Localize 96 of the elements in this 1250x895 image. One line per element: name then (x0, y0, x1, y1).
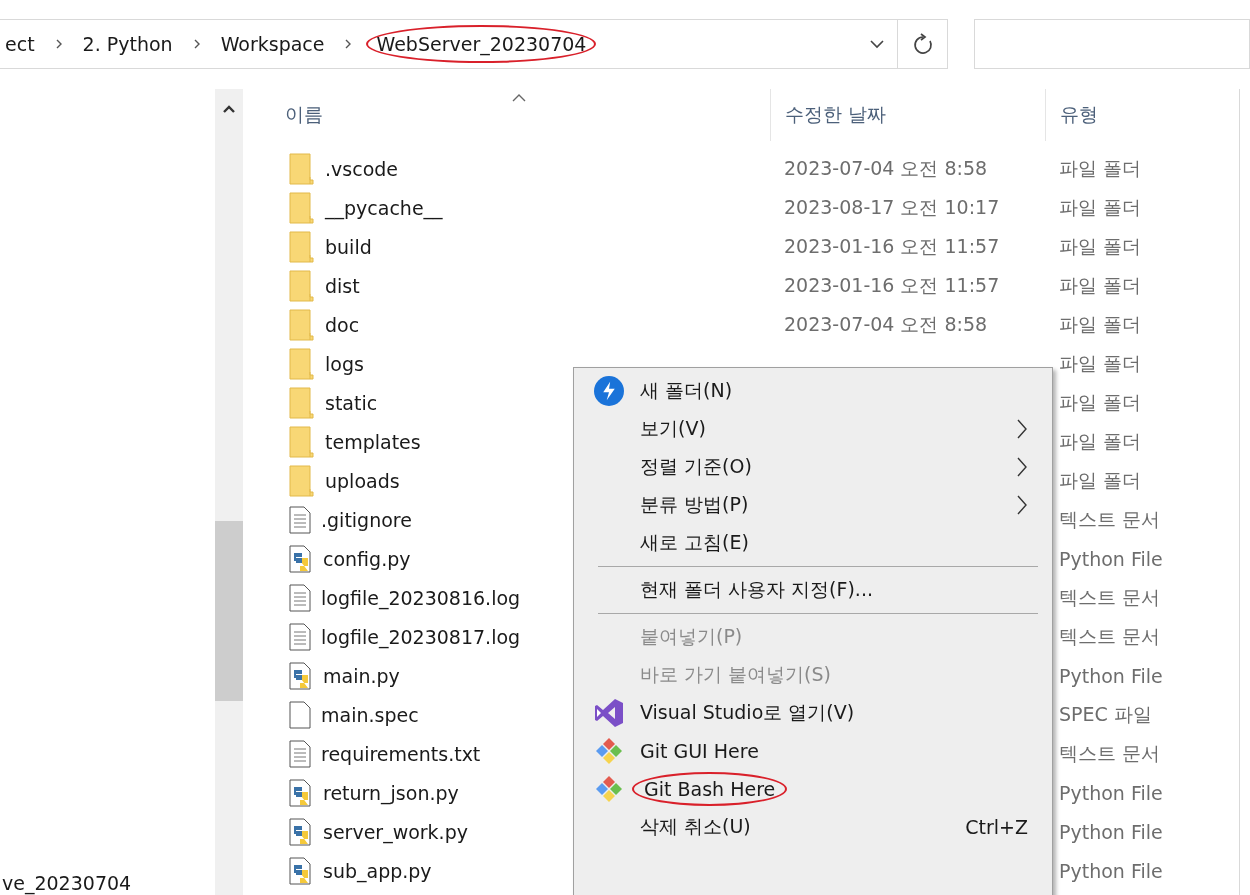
file-name[interactable]: doc (325, 313, 360, 336)
breadcrumb[interactable]: 2. Python (76, 29, 179, 59)
folder-icon (289, 152, 315, 185)
type-cell-text: 파일 폴더 (1058, 156, 1142, 179)
file-name[interactable]: .gitignore (321, 508, 412, 531)
git-icon (594, 736, 624, 766)
type-cell-text: 파일 폴더 (1058, 429, 1142, 452)
type-cell-text: Python File (1058, 859, 1163, 882)
folder-icon (289, 269, 315, 302)
chevron-icon (54, 38, 63, 50)
lightning-icon (594, 376, 624, 406)
python-file-icon (289, 778, 313, 807)
python-file-icon (289, 544, 313, 573)
text-file-icon (289, 622, 311, 651)
shortcut-text: Ctrl+Z (965, 816, 1028, 838)
column-header[interactable]: 유형 (1045, 89, 1239, 141)
git-icon (594, 774, 624, 804)
type-cell-text: 파일 폴더 (1058, 351, 1142, 374)
menu-item[interactable]: 분류 방법(P) (640, 492, 749, 518)
type-cell-text: 텍스트 문서 (1058, 624, 1161, 647)
type-cell-text: 파일 폴더 (1058, 312, 1142, 335)
date-cell-text: 2023-01-16 오전 11:57 (783, 234, 1000, 257)
type-cell-text: Python File (1058, 547, 1163, 570)
folder-icon (289, 191, 315, 224)
python-file-icon (289, 661, 313, 690)
type-cell-text: Python File (1058, 664, 1163, 687)
file-name[interactable]: config.py (323, 547, 411, 570)
menu-item[interactable]: 새 폴더(N) (640, 378, 733, 404)
chevron-icon (192, 38, 201, 50)
type-cell-text: 파일 폴더 (1058, 390, 1142, 413)
date-cell-text: 2023-07-04 오전 8:58 (783, 156, 988, 179)
folder-icon (289, 386, 315, 419)
file-name[interactable]: __pycache__ (325, 196, 443, 219)
file-name[interactable]: sub_app.py (323, 859, 432, 882)
scroll-thumb[interactable] (215, 521, 243, 701)
up-caret-icon (222, 104, 236, 114)
file-name[interactable]: static (325, 391, 378, 414)
blank-file-icon (289, 700, 311, 729)
folder-icon (289, 347, 315, 380)
file-name[interactable]: logfile_20230817.log (321, 625, 521, 648)
menu-item[interactable]: Visual Studio로 열기(V) (640, 700, 855, 726)
file-name[interactable]: uploads (325, 469, 400, 492)
column-header[interactable]: 이름 (243, 89, 770, 141)
date-cell-text: 2023-01-16 오전 11:57 (783, 273, 1000, 296)
python-file-icon (289, 817, 313, 846)
folder-icon (289, 308, 315, 341)
column-header[interactable]: 수정한 날짜 (770, 89, 1045, 141)
folder-icon (289, 230, 315, 263)
text-file-icon (289, 583, 311, 612)
chevron-icon (344, 38, 353, 50)
menu-item[interactable]: 보기(V) (640, 416, 706, 442)
sort-caret-icon (511, 93, 527, 102)
python-file-icon (289, 856, 313, 885)
file-name[interactable]: templates (325, 430, 421, 453)
menu-item[interactable]: 삭제 취소(U) (640, 814, 751, 840)
type-cell-text: 파일 폴더 (1058, 273, 1142, 296)
text-file-icon (289, 739, 311, 768)
type-cell-text: 텍스트 문서 (1058, 585, 1161, 608)
folder-icon (289, 425, 315, 458)
breadcrumb[interactable]: WebServer_20230704 (366, 25, 597, 63)
type-cell-text: 파일 폴더 (1058, 195, 1142, 218)
type-cell-text: 텍스트 문서 (1058, 507, 1161, 530)
scrollbar[interactable] (215, 89, 243, 895)
file-name[interactable]: main.py (323, 664, 400, 687)
type-cell-text: SPEC 파일 (1058, 702, 1152, 725)
breadcrumb[interactable]: ect (0, 29, 41, 59)
file-name[interactable]: .vscode (325, 157, 398, 180)
file-name[interactable]: main.spec (321, 703, 419, 726)
menu-item[interactable]: Git GUI Here (640, 740, 759, 762)
file-name[interactable]: return_json.py (323, 781, 459, 804)
search-field[interactable] (974, 19, 1250, 69)
date-cell-text: 2023-08-17 오전 10:17 (783, 195, 1000, 218)
type-cell-text: 파일 폴더 (1058, 468, 1142, 491)
type-cell-text: 텍스트 문서 (1058, 741, 1161, 764)
file-name[interactable]: build (325, 235, 372, 258)
file-name[interactable]: requirements.txt (321, 742, 481, 765)
file-name[interactable]: dist (325, 274, 360, 297)
type-cell-text: Python File (1058, 820, 1163, 843)
menu-item[interactable]: Git Bash Here (632, 772, 788, 806)
menu-item[interactable]: 새로 고침(E) (640, 530, 749, 556)
file-name[interactable]: logfile_20230816.log (321, 586, 521, 609)
visual-studio-icon (594, 698, 624, 728)
nav-item[interactable]: ve_20230704 (2, 872, 215, 894)
menu-item[interactable]: 현재 폴더 사용자 지정(F)... (640, 577, 873, 603)
refresh-icon (912, 33, 933, 55)
address-bar[interactable]: ect 2. Python Workspace WebServer_20230704 (0, 19, 948, 69)
folder-icon (289, 464, 315, 497)
type-cell-text: Python File (1058, 781, 1163, 804)
breadcrumb[interactable]: Workspace (214, 29, 331, 59)
text-file-icon (289, 505, 311, 534)
date-cell-text: 2023-07-04 오전 8:58 (783, 312, 988, 335)
type-cell-text: 파일 폴더 (1058, 234, 1142, 257)
dropdown-icon[interactable] (870, 39, 884, 49)
menu-item[interactable]: 정렬 기준(O) (640, 454, 752, 480)
file-name[interactable]: logs (325, 352, 364, 375)
file-name[interactable]: server_work.py (323, 820, 468, 843)
